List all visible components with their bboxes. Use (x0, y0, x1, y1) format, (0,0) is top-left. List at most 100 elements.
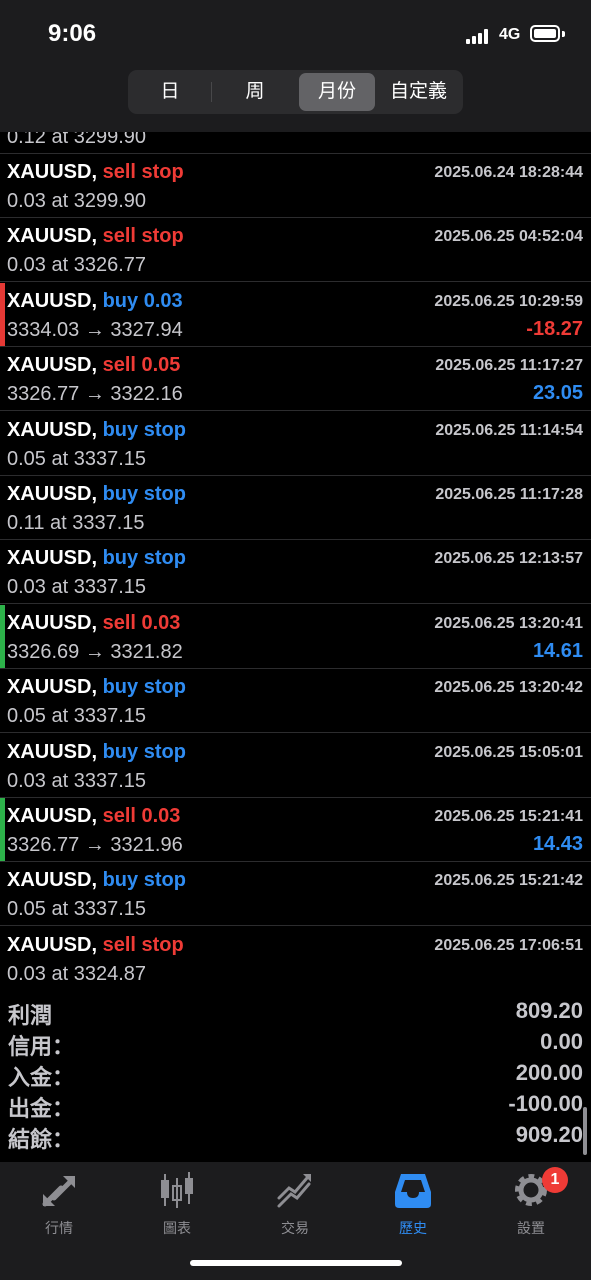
order-action: sell stop (102, 225, 184, 248)
order-action: sell 0.03 (102, 611, 181, 634)
order-symbol: XAUUSD, (7, 740, 98, 763)
history-row[interactable]: XAUUSD, sell 0.03 2025.06.25 13:20:41 3326… (0, 604, 591, 669)
summary-value: 200.00 (515, 1060, 583, 1085)
history-row-partial[interactable]: 0.12 at 3299.90 (0, 132, 591, 154)
history-row[interactable]: XAUUSD, sell stop 2025.06.25 04:52:04 0.03… (0, 218, 591, 283)
history-row[interactable]: XAUUSD, buy stop 2025.06.25 13:20:42 0.05 … (0, 669, 591, 734)
summary-value: 0.00 (540, 1029, 583, 1054)
history-row[interactable]: XAUUSD, buy stop 2025.06.25 11:17:28 0.11 … (0, 476, 591, 540)
order-title: XAUUSD, buy stop (7, 419, 186, 442)
tab-label: 歷史 (399, 1220, 427, 1236)
order-detail: 3326.77 → 3321.96 (7, 834, 183, 856)
order-symbol: XAUUSD, (7, 869, 98, 892)
summary-credit: 信用： 0.00 (0, 1029, 591, 1060)
order-datetime: 2025.06.25 13:20:42 (434, 679, 583, 697)
summary-profit: 利潤 809.20 (0, 998, 591, 1029)
order-symbol: XAUUSD, (7, 805, 98, 827)
summary-withdrawal: 出金： -100.00 (0, 1091, 591, 1122)
order-symbol: XAUUSD, (7, 611, 98, 634)
order-action: buy stop (102, 547, 186, 570)
order-symbol: XAUUSD, (7, 225, 98, 248)
history-row[interactable]: XAUUSD, buy 0.03 2025.06.25 10:29:59 3334.… (0, 282, 591, 347)
tab-quotes[interactable]: 行情 (0, 1168, 118, 1238)
order-title: XAUUSD, sell 0.05 (7, 354, 180, 377)
segment-week[interactable]: 周 (213, 73, 297, 111)
tab-history[interactable]: 歷史 (354, 1168, 472, 1238)
settings-badge: 1 (542, 1167, 568, 1193)
order-title: XAUUSD, buy stop (7, 547, 186, 570)
order-action: buy stop (102, 483, 186, 505)
order-title: XAUUSD, buy stop (7, 483, 186, 506)
order-title: XAUUSD, sell 0.03 (7, 805, 180, 828)
order-symbol: XAUUSD, (7, 483, 98, 505)
summary-value: 809.20 (515, 998, 583, 1023)
order-title: XAUUSD, buy stop (7, 869, 186, 892)
order-datetime: 2025.06.25 15:05:01 (434, 743, 583, 761)
tab-trade[interactable]: 交易 (236, 1168, 354, 1238)
order-title: XAUUSD, buy 0.03 (7, 290, 183, 313)
order-datetime: 2025.06.25 12:13:57 (434, 550, 583, 568)
status-time: 9:06 (48, 20, 97, 47)
order-symbol: XAUUSD, (7, 289, 98, 312)
history-inbox-icon (395, 1174, 431, 1208)
order-datetime: 2025.06.25 04:52:04 (434, 228, 583, 246)
summary-deposit: 入金： 200.00 (0, 1060, 591, 1091)
order-profit: 23.05 (532, 382, 583, 405)
tab-settings[interactable]: 設置 (472, 1168, 590, 1238)
history-row[interactable]: XAUUSD, sell stop 2025.06.24 18:28:44 0.03… (0, 154, 591, 218)
tab-charts[interactable]: 圖表 (118, 1168, 236, 1238)
order-action: sell 0.05 (102, 354, 181, 377)
segment-month[interactable]: 月份 (299, 73, 375, 111)
battery-icon (530, 25, 560, 42)
order-symbol: XAUUSD, (7, 933, 98, 956)
order-profit: 14.43 (532, 833, 583, 855)
order-action: buy stop (102, 676, 186, 699)
order-detail: 0.05 at 3337.15 (7, 447, 147, 470)
summary-label: 出金： (8, 1096, 75, 1121)
order-symbol: XAUUSD, (7, 354, 98, 377)
history-row[interactable]: XAUUSD, sell 0.05 2025.06.25 11:17:27 3326… (0, 347, 591, 412)
order-datetime: 2025.06.25 15:21:42 (434, 872, 583, 890)
summary-value: 909.20 (515, 1122, 583, 1147)
segment-day[interactable]: 日 (131, 73, 209, 111)
order-action: buy 0.03 (102, 289, 183, 312)
history-row[interactable]: XAUUSD, sell 0.03 2025.06.25 15:21:41 3326… (0, 798, 591, 862)
status-bar: 9:06 4G (0, 0, 591, 70)
order-datetime: 2025.06.25 11:14:54 (435, 421, 583, 439)
summary-label: 入金： (8, 1065, 75, 1090)
order-datetime: 2025.06.25 17:06:51 (434, 936, 583, 954)
order-title: XAUUSD, sell stop (7, 225, 184, 248)
order-title: XAUUSD, buy stop (7, 741, 186, 764)
order-detail: 0.03 at 3324.87 (7, 962, 147, 985)
order-detail: 0.12 at 3299.90 (7, 132, 147, 148)
order-detail: 0.03 at 3337.15 (7, 769, 147, 792)
order-profit: -18.27 (526, 317, 583, 340)
candlestick-chart-icon (161, 1172, 193, 1208)
history-row[interactable]: XAUUSD, sell stop 2025.06.25 17:06:51 0.03… (0, 927, 591, 990)
battery-cap (562, 31, 565, 37)
account-summary: 利潤 809.20 信用： 0.00 入金： 200.00 出金： -100.0… (0, 998, 591, 1158)
history-row[interactable]: XAUUSD, buy stop 2025.06.25 11:14:54 0.05 … (0, 412, 591, 476)
order-detail: 3334.03 → 3327.94 (7, 318, 183, 341)
period-header: 日 周 月份 自定義 (0, 70, 591, 132)
order-symbol: XAUUSD, (7, 418, 98, 441)
segment-custom[interactable]: 自定義 (377, 73, 460, 111)
order-action: sell stop (102, 161, 184, 183)
order-title: XAUUSD, sell stop (7, 934, 184, 957)
history-row[interactable]: XAUUSD, buy stop 2025.06.25 12:13:57 0.03 … (0, 540, 591, 605)
history-row[interactable]: XAUUSD, buy stop 2025.06.25 15:05:01 0.03 … (0, 734, 591, 798)
order-title: XAUUSD, buy stop (7, 676, 186, 699)
summary-label: 信用： (8, 1034, 75, 1059)
order-datetime: 2025.06.25 13:20:41 (434, 614, 583, 632)
order-symbol: XAUUSD, (7, 676, 98, 699)
history-list[interactable]: 0.12 at 3299.90 XAUUSD, sell stop 2025.06… (0, 132, 591, 990)
order-detail: 0.03 at 3299.90 (7, 190, 147, 212)
scrollbar[interactable] (583, 1107, 587, 1155)
home-indicator[interactable] (190, 1260, 402, 1266)
order-datetime: 2025.06.25 15:21:41 (434, 808, 583, 825)
summary-balance: 結餘： 909.20 (0, 1122, 591, 1153)
order-datetime: 2025.06.25 11:17:28 (435, 486, 583, 503)
history-row[interactable]: XAUUSD, buy stop 2025.06.25 15:21:42 0.05 … (0, 862, 591, 927)
tab-label: 行情 (45, 1220, 73, 1236)
order-datetime: 2025.06.25 10:29:59 (434, 292, 583, 310)
